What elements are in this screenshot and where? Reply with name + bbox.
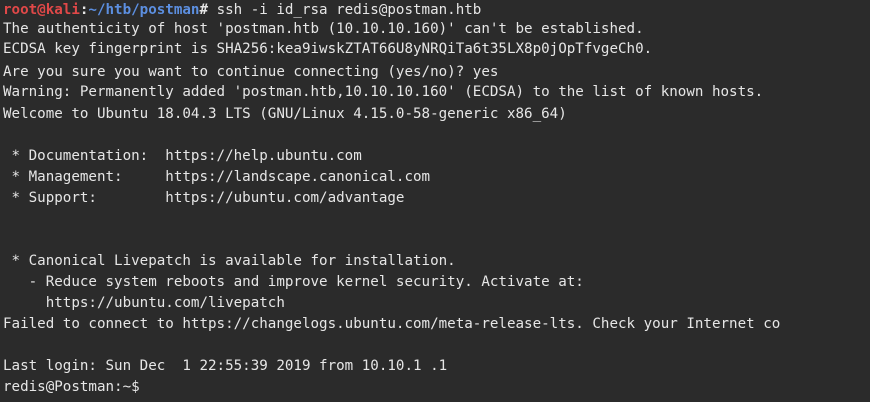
terminal-window[interactable]: root@kali:~/htb/postman# ssh -i id_rsa r…: [0, 0, 870, 402]
output-line-management: * Management: https://landscape.canonica…: [3, 169, 431, 185]
output-line-livepatch: * Canonical Livepatch is available for i…: [3, 253, 456, 269]
output-line-livepatch-url: https://ubuntu.com/livepatch: [3, 295, 285, 311]
output-line-warning: Warning: Permanently added 'postman.htb,…: [3, 84, 764, 100]
prompt-symbol: #: [199, 2, 217, 18]
output-line-last-login: Last login: Sun Dec 1 22:55:39 2019 from…: [3, 358, 448, 374]
shell-prompt-line[interactable]: redis@Postman:~$: [3, 377, 148, 397]
output-line-fingerprint: ECDSA key fingerprint is SHA256:kea9iwsk…: [3, 41, 653, 57]
cursor: [140, 380, 148, 395]
output-line-reboots: - Reduce system reboots and improve kern…: [3, 274, 584, 290]
output-line-welcome: Welcome to Ubuntu 18.04.3 LTS (GNU/Linux…: [3, 106, 567, 122]
prompt-path: ~/htb/postman: [88, 2, 200, 18]
output-line-failed-connect: Failed to connect to https://changelogs.…: [3, 316, 781, 332]
output-line-documentation: * Documentation: https://help.ubuntu.com: [3, 148, 362, 164]
prompt-command: ssh -i id_rsa redis@postman.htb: [216, 2, 482, 18]
output-line-support: * Support: https://ubuntu.com/advantage: [3, 190, 405, 206]
output-line-confirm: Are you sure you want to continue connec…: [3, 64, 499, 80]
prompt-user-host: root@kali: [3, 2, 80, 18]
shell-prompt: redis@Postman:~$: [3, 379, 140, 395]
output-line-authenticity: The authenticity of host 'postman.htb (1…: [3, 21, 644, 37]
command-prompt-line: root@kali:~/htb/postman# ssh -i id_rsa r…: [3, 0, 481, 20]
